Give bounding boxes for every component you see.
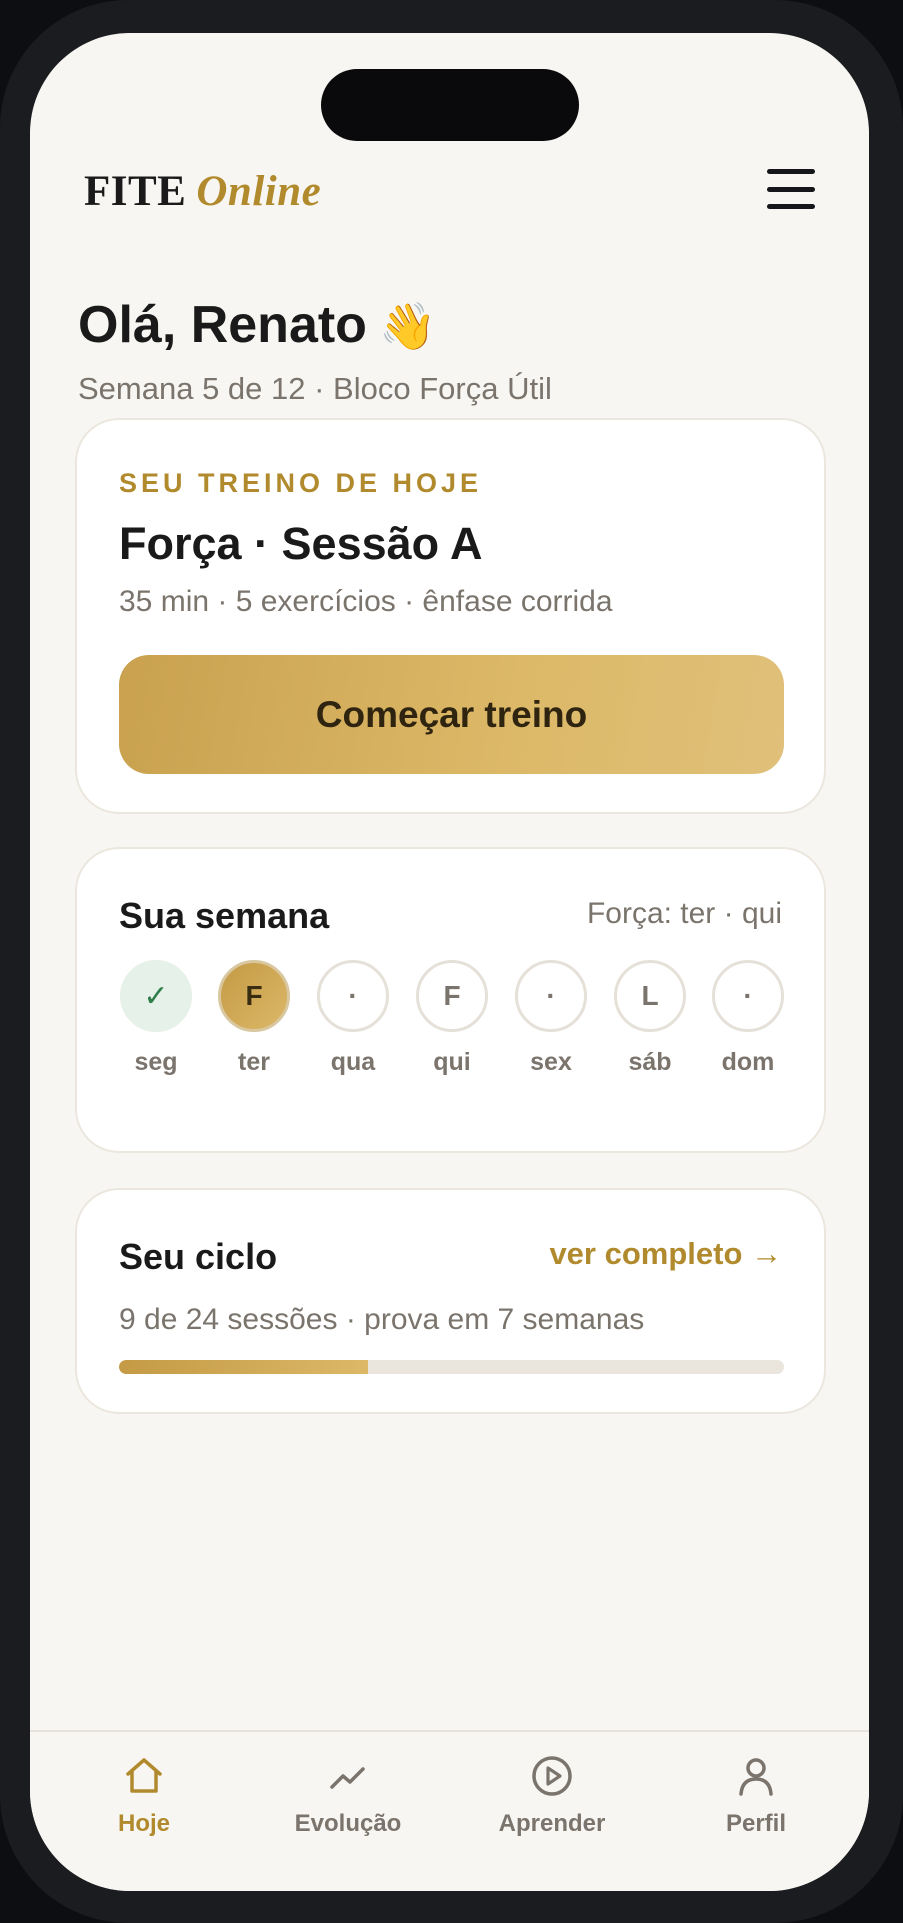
day-label: sex	[530, 1048, 572, 1076]
day-seg[interactable]: ✓ seg	[119, 960, 193, 1090]
home-icon	[126, 1758, 162, 1793]
day-mark: F	[416, 960, 488, 1032]
tab-label: Hoje	[117, 1810, 170, 1837]
day-label: qua	[330, 1048, 376, 1076]
waving-hand-icon: 👋	[378, 300, 437, 352]
week-strength-days: Força: ter · qui	[586, 897, 782, 930]
day-mark: F	[218, 960, 290, 1032]
day-mark: ·	[317, 960, 389, 1032]
day-mark: L	[614, 960, 686, 1032]
week-card: Sua semana Força: ter · qui ✓ seg F ter …	[75, 847, 826, 1153]
day-qui[interactable]: F qui	[415, 960, 489, 1090]
cycle-progress-bar	[119, 1360, 784, 1374]
logo-primary: FITE	[84, 168, 187, 215]
day-label: sáb	[628, 1048, 672, 1076]
hamburger-menu-icon[interactable]	[767, 169, 815, 209]
greeting-text: Olá, Renato	[78, 296, 367, 354]
tab-label: Evolução	[294, 1810, 402, 1837]
cycle-meta: 9 de 24 sessões · prova em 7 semanas	[119, 1303, 645, 1336]
tab-aprender[interactable]: Aprender	[472, 1754, 632, 1854]
tab-label: Aprender	[498, 1810, 606, 1837]
today-workout-title: Força · Sessão A	[119, 518, 483, 569]
tab-perfil[interactable]: Perfil	[676, 1754, 836, 1854]
dynamic-island	[321, 69, 579, 141]
logo-secondary: Online	[196, 168, 322, 215]
bottom-tab-bar: Hoje Evolução Aprender Perfil	[30, 1730, 869, 1891]
trend-chart-icon	[330, 1767, 365, 1789]
day-qua[interactable]: · qua	[316, 960, 390, 1090]
cycle-card: Seu ciclo ver completo → 9 de 24 sessões…	[75, 1188, 826, 1414]
day-mark: ·	[712, 960, 784, 1032]
app-header: FITE Online	[84, 161, 815, 221]
tab-hoje[interactable]: Hoje	[64, 1754, 224, 1854]
view-full-cycle-link[interactable]: ver completo →	[549, 1236, 782, 1272]
cycle-title: Seu ciclo	[119, 1236, 278, 1277]
user-icon	[739, 1758, 773, 1796]
day-sab[interactable]: L sáb	[613, 960, 687, 1090]
cycle-progress-fill	[119, 1360, 369, 1374]
tab-label: Perfil	[725, 1810, 787, 1837]
day-label: qui	[433, 1048, 471, 1076]
day-label: dom	[721, 1048, 775, 1076]
start-workout-button[interactable]: Começar treino	[119, 655, 784, 774]
play-circle-icon	[532, 1756, 572, 1796]
app-logo[interactable]: FITE Online	[84, 167, 321, 216]
day-ter[interactable]: F ter	[217, 960, 291, 1090]
phone-frame: FITE Online Olá, Renato 👋 Semana 5 de 12 ·…	[0, 0, 903, 1923]
app-screen: FITE Online Olá, Renato 👋 Semana 5 de 12 ·…	[30, 33, 869, 1891]
day-sex[interactable]: · sex	[514, 960, 588, 1090]
tab-evolucao[interactable]: Evolução	[268, 1754, 428, 1854]
greeting-subtitle: Semana 5 de 12 · Bloco Força Útil	[78, 371, 552, 406]
day-check-icon: ✓	[120, 960, 192, 1032]
greeting-title: Olá, Renato 👋	[78, 295, 436, 355]
week-days: ✓ seg F ter · qua F qui · sex L sáb · do…	[119, 960, 784, 1090]
day-mark: ·	[515, 960, 587, 1032]
week-title: Sua semana	[119, 895, 330, 936]
today-eyebrow: SEU TREINO DE HOJE	[119, 468, 483, 498]
day-dom[interactable]: · dom	[711, 960, 785, 1090]
day-label: ter	[238, 1048, 270, 1076]
today-workout-meta: 35 min · 5 exercícios · ênfase corrida	[119, 585, 613, 618]
day-label: seg	[134, 1048, 178, 1076]
today-workout-card: SEU TREINO DE HOJE Força · Sessão A 35 m…	[75, 418, 826, 814]
